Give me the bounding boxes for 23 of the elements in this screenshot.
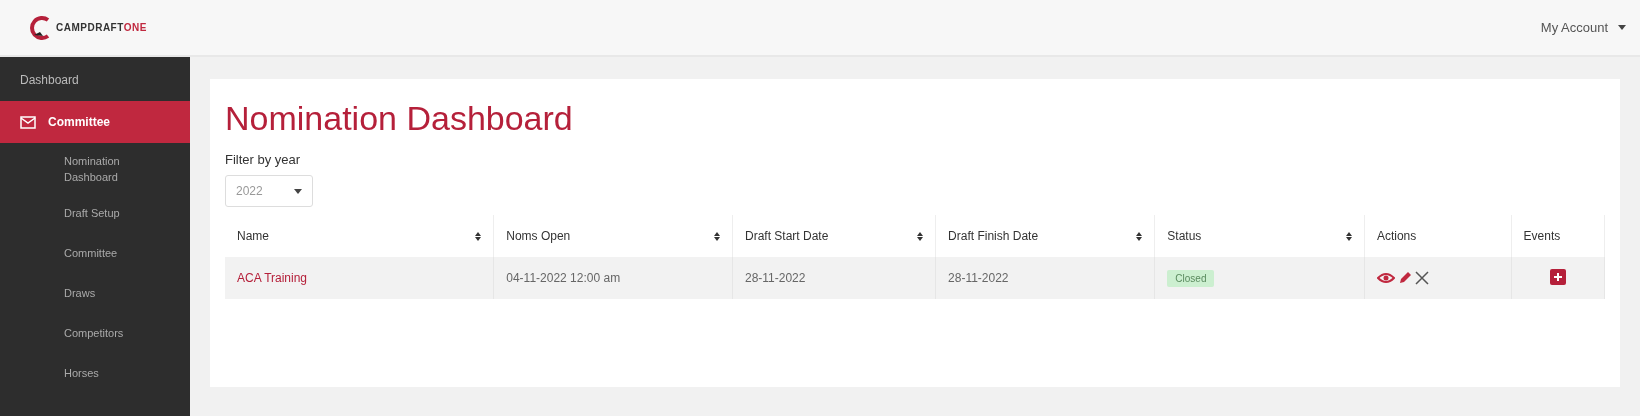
close-icon[interactable] (1414, 271, 1429, 285)
sidebar-subitem[interactable]: Nomination Dashboard (0, 143, 190, 195)
add-icon[interactable] (1549, 268, 1566, 285)
table-cell: 28-11-2022 (732, 257, 936, 299)
sidebar-subitem[interactable]: Horses (0, 355, 190, 395)
caret-icon (1618, 25, 1626, 30)
sidebar-subitem[interactable]: Committee (0, 235, 190, 275)
page-title: Nomination Dashboard (225, 99, 574, 138)
sidebar-item[interactable]: Committee (0, 101, 190, 143)
logo-text: CAMPDRAFTONE (56, 22, 147, 33)
filter-label: Filter by year (225, 152, 302, 167)
event-link[interactable]: ACA Training (237, 271, 308, 285)
table-cell: 04-11-2022 12:00 am (493, 257, 733, 299)
status-badge: Closed (1167, 270, 1215, 287)
account-menu[interactable]: My Account (1540, 20, 1626, 35)
sidebar-subitem[interactable]: Competitors (0, 315, 190, 355)
eye-icon[interactable] (1376, 272, 1395, 284)
sidebar-item[interactable]: Dashboard (0, 59, 190, 101)
pencil-icon[interactable] (1397, 271, 1412, 285)
caret-icon (294, 188, 302, 194)
table-cell: 28-11-2022 (935, 257, 1155, 299)
sidebar-subitem[interactable]: Draws (0, 275, 190, 315)
sidebar-subitem[interactable]: Draft Setup (0, 195, 190, 235)
